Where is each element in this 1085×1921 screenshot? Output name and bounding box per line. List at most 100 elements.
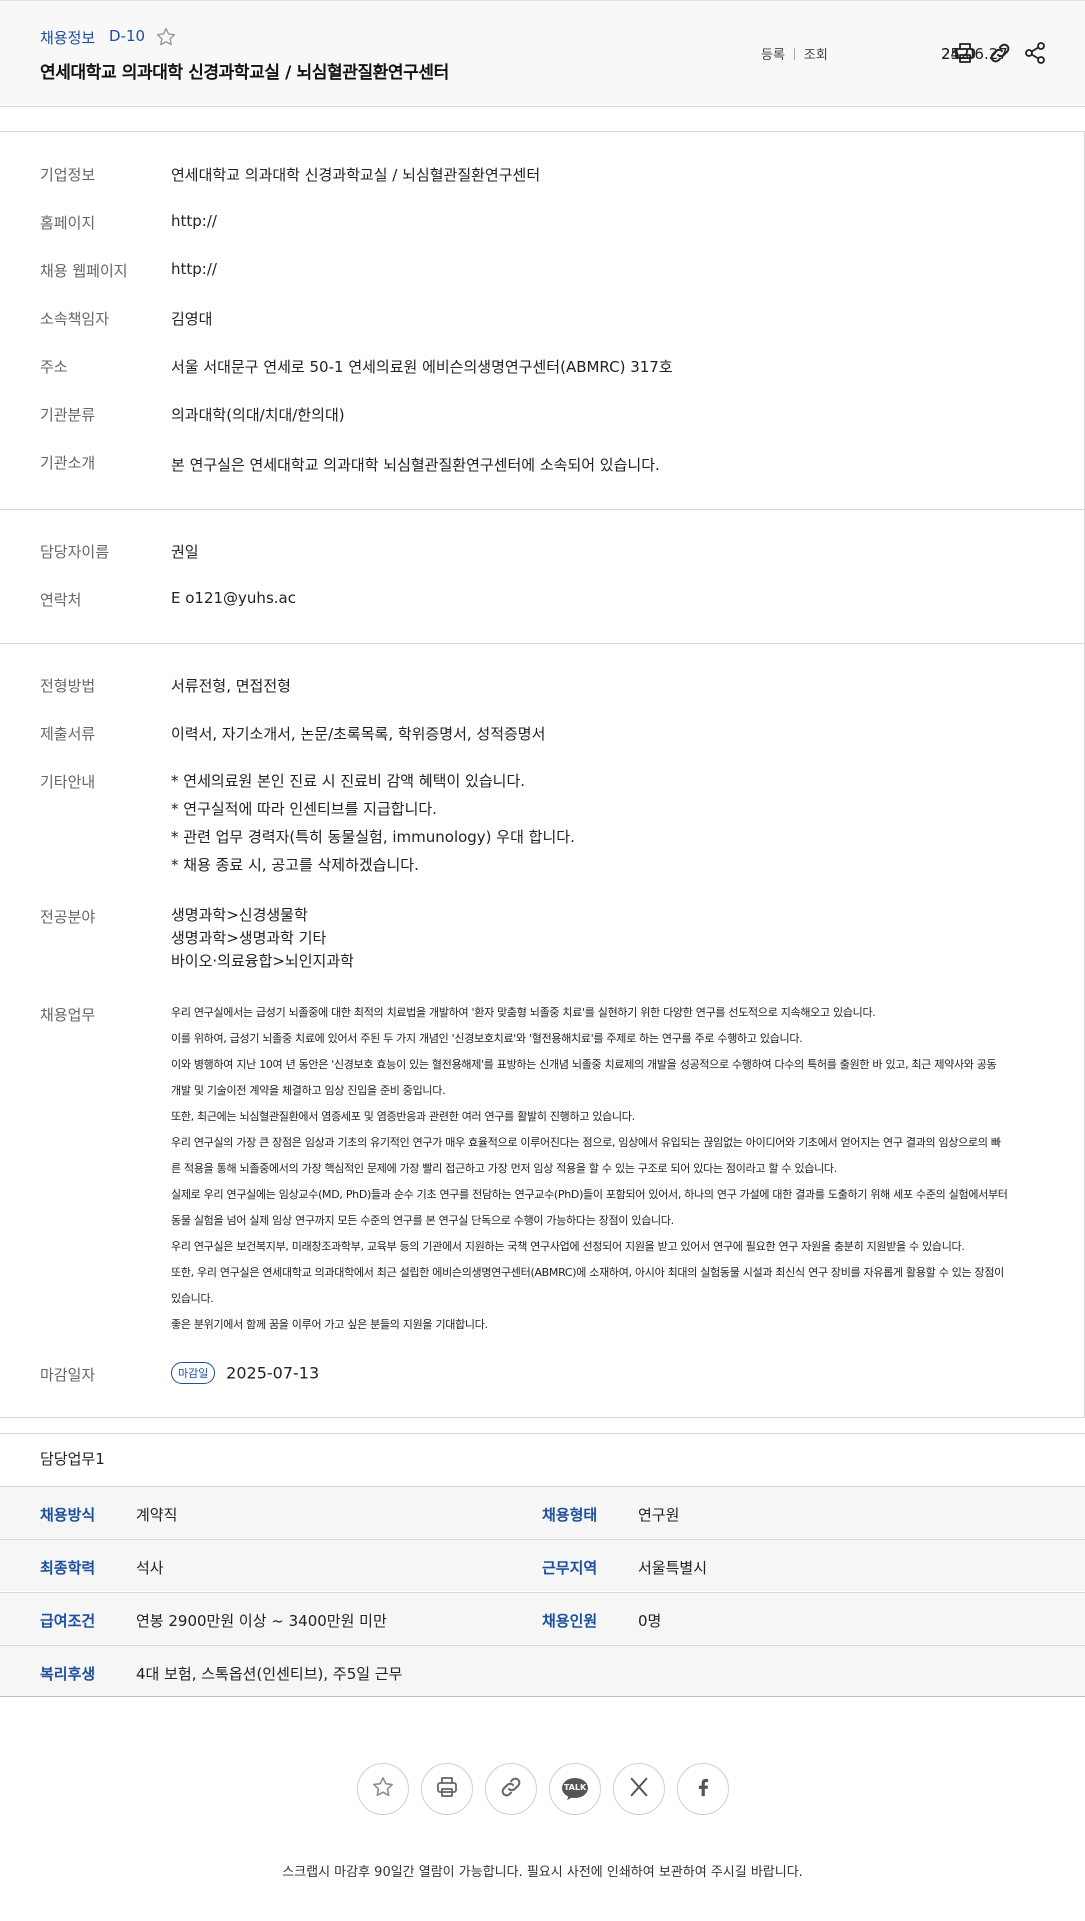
print-icon bbox=[435, 1775, 459, 1803]
recruit-page-label: 채용 웹페이지 bbox=[40, 262, 128, 280]
print-icon[interactable] bbox=[953, 41, 977, 65]
deadline-date: 2025-07-13 bbox=[226, 1363, 320, 1383]
company-value: 연세대학교 의과대학 신경과학교실 / 뇌심혈관질환연구센터 bbox=[171, 166, 541, 184]
org-intro-label: 기관소개 bbox=[40, 454, 96, 472]
share-icon[interactable] bbox=[1023, 41, 1047, 65]
duty-line: 이를 위하여, 급성기 뇌졸중 치료에 있어서 주된 두 가지 개념인 '신경보… bbox=[171, 1032, 803, 1045]
etc-label: 기타안내 bbox=[40, 773, 96, 791]
duty-line: 또한, 우리 연구실은 연세대학교 의과대학에서 최근 설립한 에비슨의생명연구… bbox=[171, 1266, 1005, 1279]
kakaotalk-share-button[interactable]: TALK bbox=[549, 1763, 601, 1815]
reg-label: 등록 bbox=[761, 48, 785, 63]
section-divider bbox=[0, 643, 1085, 644]
kakaotalk-text: TALK bbox=[563, 1783, 587, 1792]
etc-item: * 관련 업무 경력자(특히 동물실험, immunology) 우대 합니다. bbox=[171, 828, 575, 846]
print-button[interactable] bbox=[421, 1763, 473, 1815]
duty-section-title: 담당업무1 bbox=[40, 1450, 105, 1468]
table-row: 급여조건 연봉 2900만원 이상 ~ 3400만원 미만 채용인원 0명 bbox=[0, 1592, 1085, 1644]
etc-list: * 연세의료원 본인 진료 시 진료비 감액 혜택이 있습니다. * 연구실적에… bbox=[171, 767, 575, 879]
address-value: 서울 서대문구 연세로 50-1 연세의료원 에비슨의생명연구센터(ABMRC)… bbox=[171, 358, 673, 376]
org-intro-value: 본 연구실은 연세대학교 의과대학 뇌심혈관질환연구센터에 소속되어 있습니다. bbox=[171, 456, 660, 474]
method-value: 서류전형, 면접전형 bbox=[171, 677, 291, 695]
method-label: 전형방법 bbox=[40, 677, 96, 695]
scrap-button[interactable] bbox=[357, 1763, 409, 1815]
scrap-notice: 스크랩시 마감후 90일간 열람이 가능합니다. 필요시 사전에 인쇄하여 보관… bbox=[282, 1865, 803, 1880]
etc-item: * 채용 종료 시, 공고를 삭제하겠습니다. bbox=[171, 856, 419, 874]
star-icon[interactable] bbox=[155, 26, 177, 48]
duty-line: 우리 연구실은 보건복지부, 미래창조과학부, 교육부 등의 기관에서 지원하는… bbox=[171, 1240, 965, 1253]
homepage-label: 홈페이지 bbox=[40, 214, 96, 232]
category-label: 채용정보 bbox=[40, 29, 96, 47]
table-key: 채용방식 bbox=[40, 1506, 96, 1524]
table-key: 채용형태 bbox=[542, 1506, 598, 1524]
major-item: 바이오·의료융합>뇌인지과학 bbox=[171, 952, 354, 970]
dday-label: D-10 bbox=[109, 27, 146, 45]
x-icon bbox=[628, 1776, 650, 1802]
docs-label: 제출서류 bbox=[40, 725, 96, 743]
kakaotalk-icon: TALK bbox=[561, 1777, 589, 1801]
manager-label: 소속책임자 bbox=[40, 310, 110, 328]
duty-line: 실제로 우리 연구실에는 임상교수(MD, PhD)들과 순수 기초 연구를 전… bbox=[171, 1188, 1008, 1201]
address-label: 주소 bbox=[40, 358, 68, 376]
duty-line: 있습니다. bbox=[171, 1292, 214, 1305]
docs-value: 이력서, 자기소개서, 논문/초록목록, 학위증명서, 성적증명서 bbox=[171, 725, 546, 743]
facebook-icon bbox=[692, 1776, 714, 1802]
job-header: 채용정보 D-10 연세대학교 의과대학 신경과학교실 / 뇌심혈관질환연구센터… bbox=[0, 0, 1085, 107]
duty-line: 또한, 최근에는 뇌심혈관질환에서 염증세포 및 염증반응과 관련한 여러 연구… bbox=[171, 1110, 635, 1123]
link-icon[interactable] bbox=[988, 41, 1012, 65]
table-key: 복리후생 bbox=[40, 1665, 96, 1683]
star-icon bbox=[371, 1775, 395, 1803]
major-item: 생명과학>생명과학 기타 bbox=[171, 929, 327, 947]
company-label: 기업정보 bbox=[40, 166, 96, 184]
table-value: 석사 bbox=[136, 1559, 164, 1577]
table-key: 최종학력 bbox=[40, 1559, 96, 1577]
table-value: 연봉 2900만원 이상 ~ 3400만원 미만 bbox=[136, 1612, 387, 1630]
facebook-share-button[interactable] bbox=[677, 1763, 729, 1815]
etc-item: * 연세의료원 본인 진료 시 진료비 감액 혜택이 있습니다. bbox=[171, 772, 526, 790]
table-value: 계약직 bbox=[136, 1506, 178, 1524]
duty-line: 른 적용을 통해 뇌졸중에서의 가장 핵심적인 문제에 가장 빨리 접근하고 가… bbox=[171, 1162, 837, 1175]
table-key: 급여조건 bbox=[40, 1612, 96, 1630]
table-value: 0명 bbox=[638, 1612, 662, 1630]
duty-line: 우리 연구실에서는 급성기 뇌졸중에 대한 최적의 치료법을 개발하여 '환자 … bbox=[171, 1006, 876, 1019]
table-key: 채용인원 bbox=[542, 1612, 598, 1630]
table-key: 근무지역 bbox=[542, 1559, 598, 1577]
duty-line: 이와 병행하여 지난 10여 년 동안은 '신경보호 효능이 있는 혈전용해제'… bbox=[171, 1058, 997, 1071]
duty-line: 동물 실험을 넘어 실제 임상 연구까지 모든 수준의 연구를 본 연구실 단독… bbox=[171, 1214, 674, 1227]
table-value: 서울특별시 bbox=[638, 1559, 708, 1577]
link-icon bbox=[499, 1775, 523, 1803]
org-type-value: 의과대학(의대/치대/한의대) bbox=[171, 406, 345, 424]
deadline-value-wrap: 마감일 2025-07-13 bbox=[171, 1362, 319, 1384]
section-divider bbox=[0, 509, 1085, 510]
job-detail-panel: 기업정보 연세대학교 의과대학 신경과학교실 / 뇌심혈관질환연구센터 홈페이지… bbox=[0, 131, 1085, 1418]
homepage-link[interactable]: http:// bbox=[171, 212, 217, 230]
x-share-button[interactable] bbox=[613, 1763, 665, 1815]
table-row: 최종학력 석사 근무지역 서울특별시 bbox=[0, 1539, 1085, 1591]
deadline-badge: 마감일 bbox=[171, 1362, 216, 1384]
manager-value: 김영대 bbox=[171, 310, 213, 328]
duty-label: 채용업무 bbox=[40, 1006, 96, 1024]
page-title: 연세대학교 의과대학 신경과학교실 / 뇌심혈관질환연구센터 bbox=[40, 63, 449, 83]
views-label: 조회 bbox=[803, 48, 828, 63]
duty-line: 좋은 분위기에서 함께 꿈을 이루어 가고 싶은 분들의 지원을 기대합니다. bbox=[171, 1318, 488, 1331]
recruit-page-link[interactable]: http:// bbox=[171, 260, 217, 278]
table-value: 4대 보험, 스톡옵션(인센티브), 주5일 근무 bbox=[136, 1665, 403, 1683]
duty-section-border bbox=[0, 1433, 1085, 1434]
table-row: 채용방식 계약직 채용형태 연구원 bbox=[0, 1486, 1085, 1538]
major-label: 전공분야 bbox=[40, 908, 96, 926]
deadline-label: 마감일자 bbox=[40, 1366, 96, 1384]
major-item: 생명과학>신경생물학 bbox=[171, 906, 308, 924]
duty-line: 개발 및 기술이전 계약을 체결하고 임상 진입을 준비 중입니다. bbox=[171, 1084, 446, 1097]
contact-label: 연락처 bbox=[40, 591, 82, 609]
contact-name-label: 담당자이름 bbox=[40, 543, 110, 561]
meta-divider bbox=[793, 47, 795, 60]
table-row: 복리후생 4대 보험, 스톡옵션(인센티브), 주5일 근무 bbox=[0, 1645, 1085, 1697]
org-type-label: 기관분류 bbox=[40, 406, 96, 424]
duty-description: 우리 연구실에서는 급성기 뇌졸중에 대한 최적의 치료법을 개발하여 '환자 … bbox=[171, 1000, 1045, 1338]
etc-item: * 연구실적에 따라 인센티브를 지급합니다. bbox=[171, 800, 437, 818]
table-value: 연구원 bbox=[638, 1506, 680, 1524]
duty-line: 우리 연구실의 가장 큰 장점은 임상과 기초의 유기적인 연구가 매우 효율적… bbox=[171, 1136, 1001, 1149]
copy-link-button[interactable] bbox=[485, 1763, 537, 1815]
post-meta: 등록 25.06.27 조회 242 bbox=[761, 44, 1008, 64]
contact-value[interactable]: E o121@yuhs.ac bbox=[171, 589, 296, 607]
major-list: 생명과학>신경생물학 생명과학>생명과학 기타 바이오·의료융합>뇌인지과학 bbox=[171, 904, 354, 973]
